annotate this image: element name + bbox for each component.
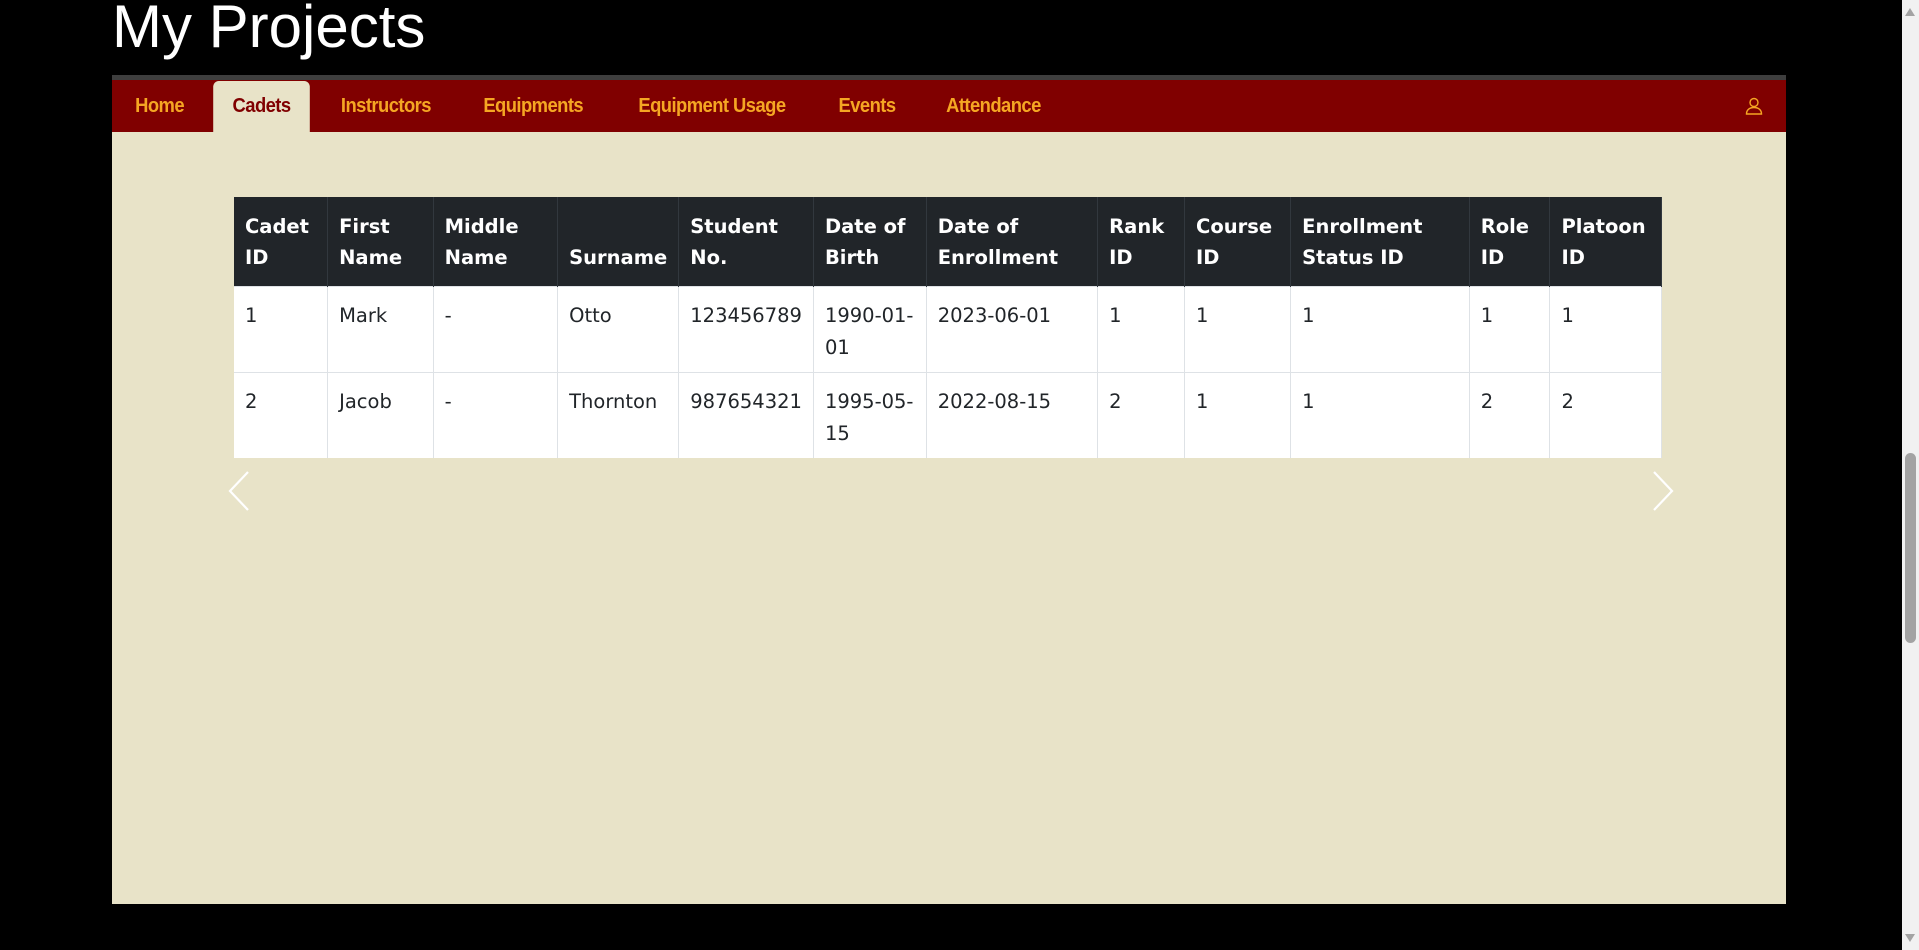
nav-tab-attendance[interactable]: Attendance — [926, 80, 1059, 132]
nav-tab-cadets[interactable]: Cadets — [213, 81, 311, 132]
column-header-line: Role — [1480, 215, 1530, 238]
nav-tab-events[interactable]: Events — [819, 80, 915, 132]
column-header-line: Surname — [569, 246, 668, 269]
column-header: Role ID — [1469, 197, 1551, 287]
table-cell: 2 — [1097, 372, 1186, 458]
column-header: Course ID — [1184, 197, 1292, 287]
column-header-line: ID — [245, 246, 269, 269]
table-cell: 1 — [1469, 286, 1551, 373]
content-panel: Home Cadets Instructors Equipments Equipment… — [112, 75, 1786, 904]
table-cell: 1 — [1097, 286, 1186, 373]
column-header: Enrollment Status ID — [1290, 197, 1470, 287]
scroll-up-arrow-icon[interactable] — [1905, 8, 1915, 16]
column-header-line: ID — [1480, 246, 1505, 269]
table-row[interactable]: 2 Jacob - Thornton 987654321 1995-05-15 2022-0… — [234, 372, 1662, 458]
table-cell: 1990-01-01 — [813, 286, 927, 373]
column-header: First Name — [327, 197, 434, 287]
column-header-line: Date of — [824, 215, 906, 238]
table-cell: 123456789 — [678, 286, 814, 373]
column-header: Middle Name — [433, 197, 559, 287]
table-header-row: Cadet ID First Name Middle Name Surname Student… — [234, 197, 1662, 287]
table-cell: Thornton — [557, 372, 680, 458]
page: My Projects Home Cadets Instructors Equipme… — [0, 0, 1919, 950]
column-header: Rank ID — [1097, 197, 1186, 287]
table-cell: 1 — [1184, 372, 1292, 458]
column-header: Student No. — [678, 197, 814, 287]
column-header: Date of Enrollment — [926, 197, 1099, 287]
table-cell: - — [433, 286, 559, 373]
column-header: Surname — [557, 197, 680, 287]
column-header: Date of Birth — [813, 197, 927, 287]
column-header-line: Name — [444, 246, 508, 269]
table-cell: Mark — [327, 286, 434, 373]
table-cell: 2022-08-15 — [926, 372, 1099, 458]
navbar: Home Cadets Instructors Equipments Equipment… — [112, 75, 1786, 132]
table-cell: 2 — [234, 372, 329, 458]
column-header-line: Date of — [937, 215, 1019, 238]
column-header-line: Birth — [824, 246, 880, 269]
table-cell: 1 — [1549, 286, 1662, 373]
scroll-down-arrow-icon[interactable] — [1905, 934, 1915, 942]
column-header-line: First — [339, 215, 390, 238]
column-header-line: Student — [690, 215, 778, 238]
cadets-table-container: Cadet ID First Name Middle Name Surname Student… — [234, 197, 1662, 458]
column-header-line: Course — [1196, 215, 1273, 238]
column-header-line: Platoon — [1561, 215, 1646, 238]
table-body: 1 Mark - Otto 123456789 1990-01-01 2023-06-01 1… — [234, 286, 1662, 458]
column-header: Platoon ID — [1549, 197, 1662, 287]
column-header: Cadet ID — [234, 197, 329, 287]
table-cell: 1 — [234, 286, 329, 373]
table-row[interactable]: 1 Mark - Otto 123456789 1990-01-01 2023-06-01 1… — [234, 286, 1662, 373]
scrollbar-thumb[interactable] — [1905, 453, 1916, 643]
vertical-scrollbar[interactable] — [1902, 0, 1919, 950]
nav-tab-instructors[interactable]: Instructors — [322, 80, 451, 132]
table-cell: 2023-06-01 — [926, 286, 1099, 373]
table-cell: 2 — [1469, 372, 1551, 458]
nav-tab-equipments[interactable]: Equipments — [464, 80, 602, 132]
nav-tab-home[interactable]: Home — [116, 80, 204, 132]
column-header-line: ID — [1196, 246, 1220, 269]
column-header-line: ID — [1109, 246, 1133, 269]
column-header-line: Rank — [1109, 215, 1165, 238]
table-cell: 987654321 — [678, 372, 814, 458]
column-header-line: Status ID — [1302, 246, 1404, 269]
table-cell: Jacob — [327, 372, 434, 458]
column-header-line: Cadet — [245, 215, 309, 238]
column-header-line: Name — [339, 246, 403, 269]
column-header-line: Enrollment — [1302, 215, 1423, 238]
user-icon[interactable] — [1744, 96, 1764, 116]
cadets-table: Cadet ID First Name Middle Name Surname Student… — [234, 197, 1662, 458]
chevron-left-icon[interactable] — [220, 468, 260, 514]
page-title: My Projects — [112, 0, 426, 60]
chevron-right-icon[interactable] — [1642, 468, 1682, 514]
column-header-line: Enrollment — [937, 246, 1059, 269]
nav-tab-equipment-usage[interactable]: Equipment Usage — [619, 80, 805, 132]
nav-tabs: Home Cadets Instructors Equipments Equipment… — [112, 80, 1067, 132]
table-cell: 1 — [1290, 286, 1470, 373]
column-header-line: ID — [1561, 246, 1585, 269]
column-header-line: Middle — [444, 215, 519, 238]
column-header-line: No. — [690, 246, 728, 269]
table-cell: - — [433, 372, 559, 458]
table-cell: 1 — [1290, 372, 1470, 458]
table-cell: 1 — [1184, 286, 1292, 373]
table-cell: 2 — [1549, 372, 1662, 458]
table-cell: Otto — [557, 286, 680, 373]
table-cell: 1995-05-15 — [813, 372, 927, 458]
